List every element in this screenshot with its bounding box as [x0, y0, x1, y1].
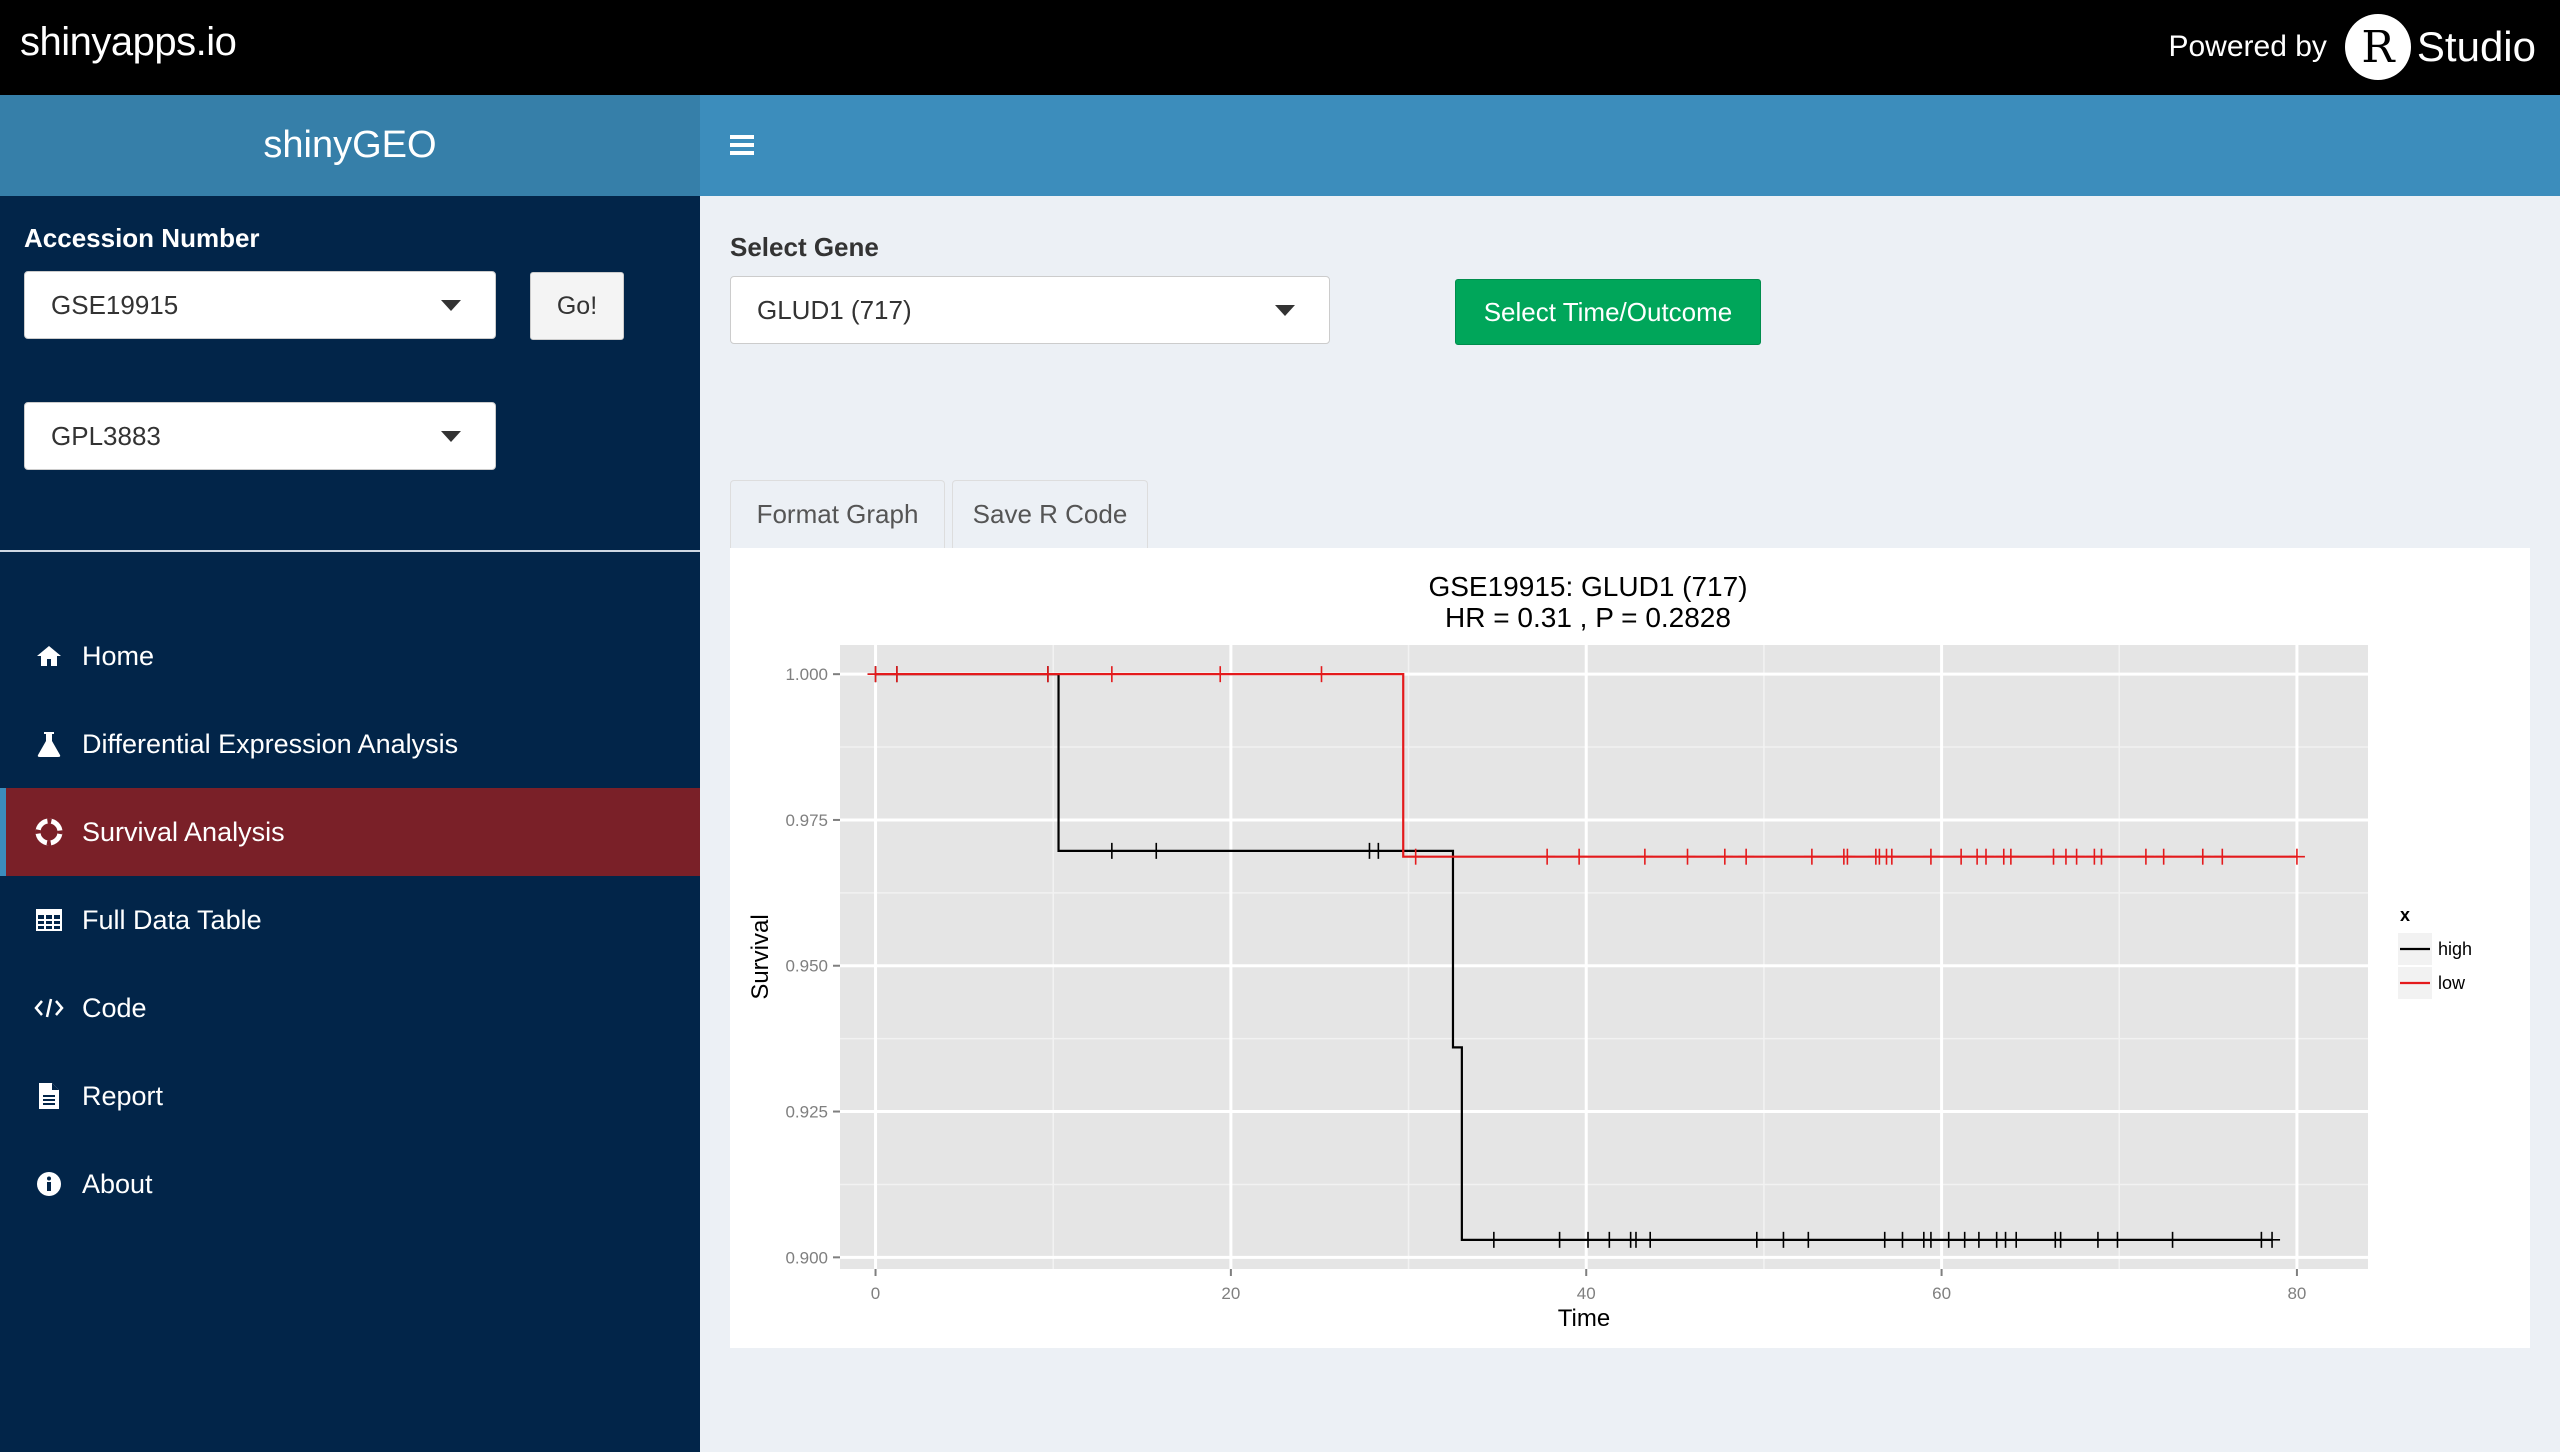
y-tick-label: 1.000 — [785, 665, 828, 684]
flask-icon — [34, 729, 64, 759]
legend-label-high: high — [2438, 939, 2472, 959]
rstudio-studio-text: Studio — [2416, 23, 2536, 70]
legend-title: x — [2400, 905, 2410, 925]
y-tick-label: 0.900 — [785, 1248, 828, 1267]
sidebar-item-label: Full Data Table — [82, 904, 262, 935]
sidebar-menu: Home Differential Expression Analysis Su… — [0, 612, 700, 1228]
x-tick-label: 80 — [2287, 1284, 2306, 1303]
sidebar-item-label: Home — [82, 640, 155, 671]
accession-select[interactable]: GSE19915 — [24, 271, 496, 339]
sidebar-item-label: Report — [82, 1080, 164, 1111]
select-gene-label: Select Gene — [730, 232, 879, 262]
chevron-down-icon — [441, 300, 461, 311]
accession-label: Accession Number — [24, 223, 260, 253]
file-text-icon — [34, 1081, 64, 1111]
chart-title: GSE19915: GLUD1 (717) — [1428, 571, 1747, 602]
y-tick-label: 0.975 — [785, 811, 828, 830]
y-axis-label: Survival — [747, 914, 774, 999]
top-bar: shinyapps.io Powered by R Studio — [0, 0, 2560, 95]
life-ring-icon — [34, 817, 64, 847]
y-tick-label: 0.950 — [785, 957, 828, 976]
x-tick-label: 60 — [1932, 1284, 1951, 1303]
sidebar-item-full-data-table[interactable]: Full Data Table — [0, 876, 700, 964]
sidebar: shinyGEO Accession Number GSE19915 Go! G… — [0, 95, 700, 1452]
home-icon — [34, 641, 64, 671]
sidebar-item-label: Differential Expression Analysis — [82, 728, 459, 759]
y-tick-label: 0.925 — [785, 1103, 828, 1122]
powered-by-rstudio[interactable]: Powered by R Studio — [2168, 12, 2536, 82]
info-circle-icon — [34, 1169, 64, 1199]
x-tick-label: 40 — [1577, 1284, 1596, 1303]
sidebar-item-label: Code — [82, 992, 147, 1023]
sidebar-item-home[interactable]: Home — [0, 612, 700, 700]
chevron-down-icon — [441, 431, 461, 442]
sidebar-item-survival-analysis[interactable]: Survival Analysis — [0, 788, 700, 876]
powered-by-text: Powered by — [2168, 30, 2327, 63]
tab-format-graph[interactable]: Format Graph — [730, 480, 945, 548]
hamburger-menu-icon[interactable] — [730, 135, 754, 155]
sidebar-item-report[interactable]: Report — [0, 1052, 700, 1140]
gene-value: GLUD1 (717) — [757, 294, 912, 325]
platform-value: GPL3883 — [51, 420, 161, 451]
code-icon — [34, 993, 64, 1023]
x-tick-label: 0 — [871, 1284, 880, 1303]
sidebar-item-differential-expression[interactable]: Differential Expression Analysis — [0, 700, 700, 788]
chevron-down-icon — [1275, 305, 1295, 316]
survival-plot: 0 20 40 60 80 0.900 0.925 0.950 0.975 1.000 GSE199… — [747, 571, 2472, 1332]
survival-plot-panel: 0 20 40 60 80 0.900 0.925 0.950 0.975 1.000 GSE199… — [730, 548, 2530, 1348]
go-button[interactable]: Go! — [530, 272, 624, 340]
plot-background — [840, 645, 2368, 1269]
sidebar-item-label: Survival Analysis — [82, 816, 285, 847]
sidebar-item-label: About — [82, 1168, 153, 1199]
sidebar-item-about[interactable]: About — [0, 1140, 700, 1228]
app-title[interactable]: shinyGEO — [0, 95, 700, 196]
legend-label-low: low — [2438, 973, 2466, 993]
x-tick-label: 20 — [1221, 1284, 1240, 1303]
accession-value: GSE19915 — [51, 289, 179, 320]
sidebar-divider — [0, 550, 700, 552]
brand-logo[interactable]: shinyapps.io — [20, 20, 237, 65]
rstudio-r-logo: R — [2344, 14, 2411, 80]
gene-select[interactable]: GLUD1 (717) — [730, 276, 1330, 344]
sidebar-item-code[interactable]: Code — [0, 964, 700, 1052]
chart-subtitle: HR = 0.31 , P = 0.2828 — [1445, 602, 1731, 633]
table-icon — [34, 905, 64, 935]
tab-save-r-code[interactable]: Save R Code — [952, 480, 1148, 548]
platform-select[interactable]: GPL3883 — [24, 402, 496, 470]
select-time-outcome-button[interactable]: Select Time/Outcome — [1455, 279, 1761, 345]
x-axis-label: Time — [1558, 1305, 1610, 1332]
main-header — [700, 95, 2560, 196]
